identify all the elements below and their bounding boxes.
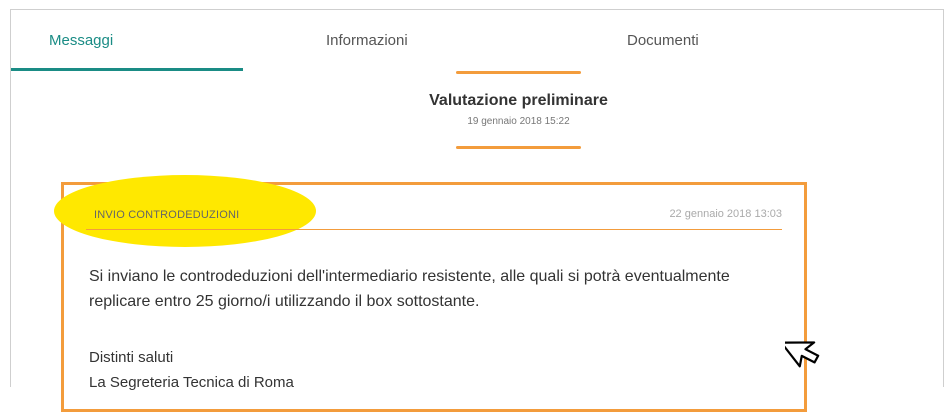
closing-signature: La Segreteria Tecnica di Roma — [89, 374, 294, 391]
tab-informazioni[interactable]: Informazioni — [326, 32, 408, 49]
section-title: Valutazione preliminare — [429, 92, 608, 109]
active-tab-indicator — [11, 68, 243, 71]
message-card: INVIO CONTRODEDUZIONI 22 gennaio 2018 13… — [54, 175, 807, 412]
message-closing: Distinti saluti La Segreteria Tecnica di… — [89, 345, 294, 395]
title-divider-top — [456, 71, 581, 74]
message-header: INVIO CONTRODEDUZIONI 22 gennaio 2018 13… — [54, 175, 782, 247]
tab-documenti[interactable]: Documenti — [627, 32, 699, 49]
tab-messaggi[interactable]: Messaggi — [49, 32, 113, 49]
tab-bar: Messaggi Informazioni Documenti — [11, 10, 943, 71]
message-date: 22 gennaio 2018 13:03 — [669, 208, 782, 220]
message-subject: INVIO CONTRODEDUZIONI — [94, 209, 240, 221]
pointer-cursor-icon — [785, 341, 820, 368]
section-timestamp: 19 gennaio 2018 15:22 — [467, 116, 570, 127]
message-body: Si inviano le controdeduzioni dell'inter… — [89, 268, 730, 310]
message-header-divider — [86, 229, 782, 230]
title-divider-bottom — [456, 146, 581, 149]
closing-greeting: Distinti saluti — [89, 349, 174, 366]
